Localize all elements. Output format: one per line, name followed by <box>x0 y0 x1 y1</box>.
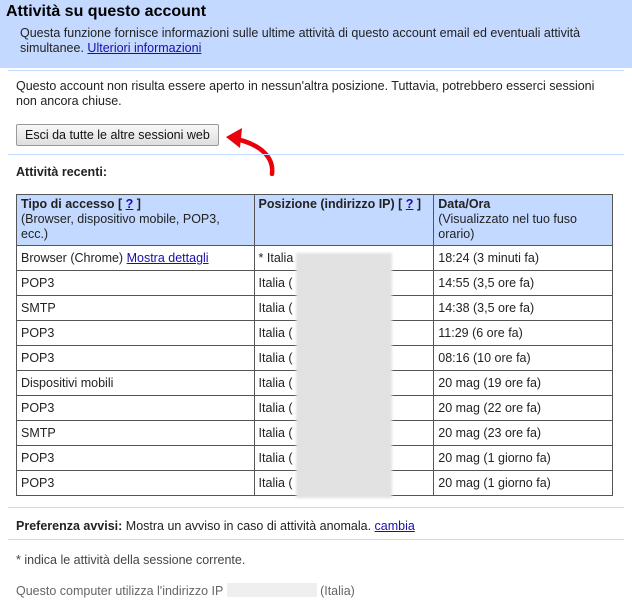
redacted-ip-block <box>296 253 392 498</box>
page-title: Attività su questo account <box>6 3 207 20</box>
column-location-label: Posizione (indirizzo IP) <box>258 197 395 211</box>
divider-top <box>8 70 624 71</box>
access-type-help-link[interactable]: ? <box>126 197 134 211</box>
cell-datetime: 18:24 (3 minuti fa) <box>433 245 613 271</box>
access-type-text: Browser (Chrome) <box>21 251 124 265</box>
column-access-type-sub: (Browser, dispositivo mobile, POP3, ecc.… <box>21 212 220 241</box>
sessions-notice: Questo account non risulta essere aperto… <box>16 79 595 108</box>
red-arrow-icon <box>226 128 275 176</box>
cell-access-type: SMTP <box>16 420 255 446</box>
cell-datetime: 14:38 (3,5 ore fa) <box>433 295 613 321</box>
cell-datetime: 20 mag (22 ore fa) <box>433 395 613 421</box>
access-type-text: SMTP <box>21 301 56 315</box>
activity-header: Attività su questo account Questa funzio… <box>0 0 632 68</box>
alert-preference-text: Mostra un avviso in caso di attività ano… <box>125 519 372 533</box>
access-type-text: SMTP <box>21 426 56 440</box>
sign-out-all-sessions-button[interactable]: Esci da tutte le altre sessioni web <box>16 124 219 146</box>
table-header-row: Tipo di accesso [ ? ] (Browser, disposit… <box>16 194 613 246</box>
cell-access-type: SMTP <box>16 295 255 321</box>
change-alert-link[interactable]: cambia <box>375 519 415 533</box>
access-type-text: Dispositivi mobili <box>21 376 114 390</box>
cell-access-type: POP3 <box>16 345 255 371</box>
computer-ip-line: Questo computer utilizza l'indirizzo IP … <box>16 583 355 598</box>
access-type-text: POP3 <box>21 351 55 365</box>
cell-datetime: 20 mag (1 giorno fa) <box>433 470 613 496</box>
cell-access-type: Dispositivi mobili <box>16 370 255 396</box>
cell-access-type: POP3 <box>16 320 255 346</box>
column-access-type: Tipo di accesso [ ? ] (Browser, disposit… <box>16 194 255 246</box>
column-datetime: Data/Ora (Visualizzato nel tuo fuso orar… <box>433 194 613 246</box>
alert-preference: Preferenza avvisi: Mostra un avviso in c… <box>16 519 415 533</box>
access-type-text: POP3 <box>21 476 55 490</box>
cell-datetime: 20 mag (23 ore fa) <box>433 420 613 446</box>
access-type-text: POP3 <box>21 401 55 415</box>
computer-ip-prefix: Questo computer utilizza l'indirizzo IP <box>16 584 224 598</box>
divider-alerts <box>8 507 624 508</box>
recent-activity-label: Attività recenti: <box>16 165 107 179</box>
cell-datetime: 20 mag (1 giorno fa) <box>433 445 613 471</box>
alert-preference-label: Preferenza avvisi: <box>16 519 123 533</box>
access-type-text: POP3 <box>21 451 55 465</box>
cell-access-type: POP3 <box>16 395 255 421</box>
divider-mid <box>8 154 624 155</box>
cell-datetime: 08:16 (10 ore fa) <box>433 345 613 371</box>
cell-datetime: 11:29 (6 ore fa) <box>433 320 613 346</box>
more-info-link[interactable]: Ulteriori informazioni <box>87 41 201 55</box>
column-access-type-label: Tipo di accesso <box>21 197 115 211</box>
cell-datetime: 14:55 (3,5 ore fa) <box>433 270 613 296</box>
column-location: Posizione (indirizzo IP) [ ? ] <box>253 194 435 246</box>
cell-access-type: POP3 <box>16 445 255 471</box>
computer-ip-suffix: (Italia) <box>320 584 355 598</box>
current-session-footnote: * indica le attività della sessione corr… <box>16 553 246 567</box>
column-datetime-label: Data/Ora <box>438 197 491 211</box>
show-details-link[interactable]: Mostra dettagli <box>127 251 209 265</box>
access-type-text: POP3 <box>21 326 55 340</box>
redacted-ip-address <box>226 583 317 597</box>
divider-footnote <box>8 539 624 540</box>
cell-access-type: POP3 <box>16 270 255 296</box>
cell-access-type: Browser (Chrome) Mostra dettagli <box>16 245 255 271</box>
column-datetime-sub: (Visualizzato nel tuo fuso orario) <box>438 212 577 241</box>
cell-datetime: 20 mag (19 ore fa) <box>433 370 613 396</box>
access-type-text: POP3 <box>21 276 55 290</box>
cell-access-type: POP3 <box>16 470 255 496</box>
location-help-link[interactable]: ? <box>406 197 414 211</box>
header-description: Questa funzione fornisce informazioni su… <box>20 26 610 56</box>
